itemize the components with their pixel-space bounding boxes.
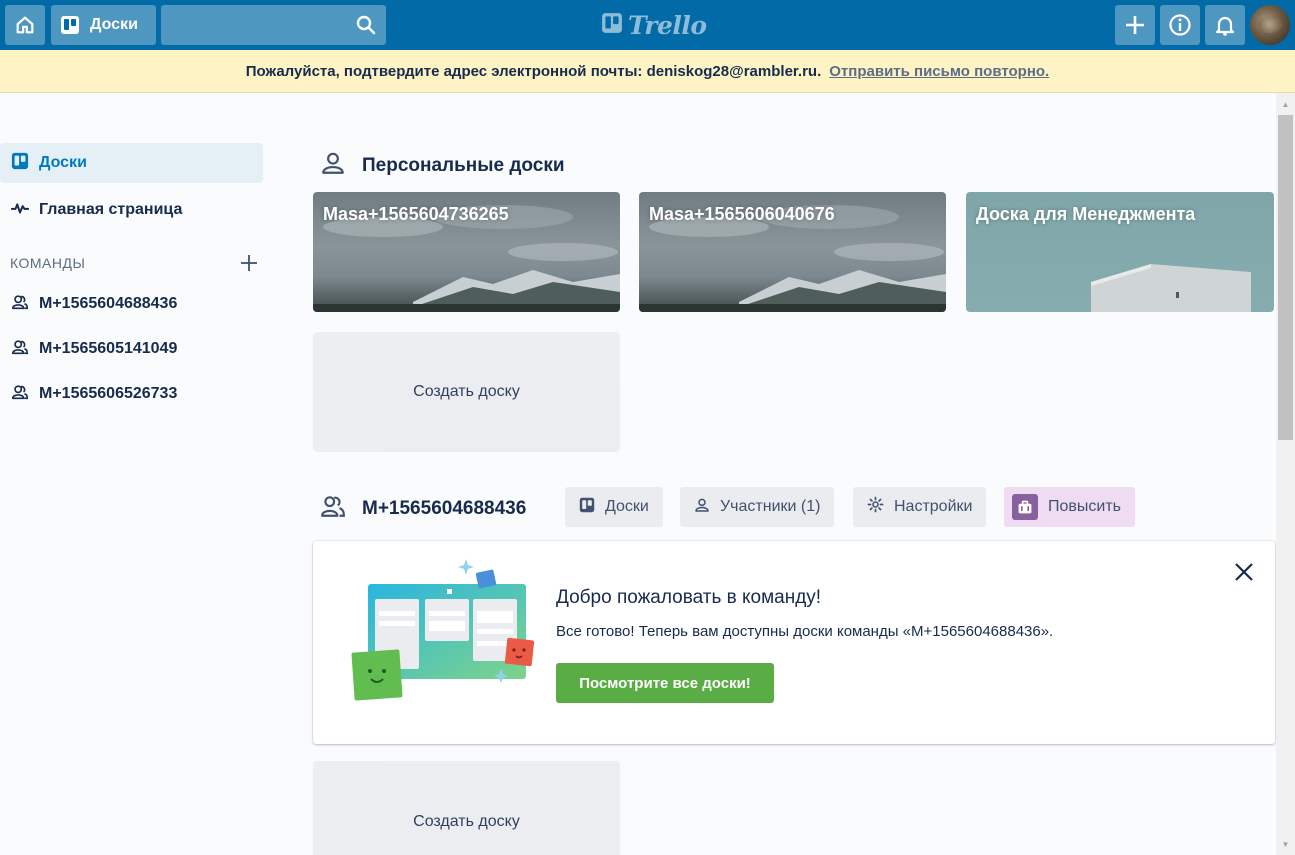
tab-boards[interactable]: Доски (565, 487, 663, 527)
boards-button-label: Доски (90, 16, 138, 33)
team-heading: M+1565604688436 (320, 493, 526, 525)
avatar[interactable] (1250, 5, 1290, 45)
welcome-title: Добро пожаловать в команду! (556, 587, 822, 608)
banner-message: Пожалуйста, подтвердите адрес электронно… (245, 62, 822, 80)
view-all-boards-label: Посмотрите все доски! (579, 674, 751, 692)
sidebar-item-label: Доски (39, 154, 87, 171)
welcome-text: Все готово! Теперь вам доступны доски ко… (556, 623, 1054, 640)
search-input[interactable] (161, 5, 386, 45)
team-icon (320, 493, 346, 525)
sidebar-item-team[interactable]: M+1565604688436 (0, 284, 263, 324)
tab-upgrade[interactable]: Повысить (1004, 487, 1135, 527)
trello-logo[interactable]: Trello (601, 11, 707, 40)
info-icon (1168, 13, 1192, 37)
tab-label: Доски (605, 498, 649, 515)
board-title: Masa+1565604736265 (323, 204, 509, 224)
sidebar-item-home[interactable]: Главная страница (0, 190, 263, 230)
tab-label: Повысить (1048, 498, 1121, 515)
team-icon (11, 293, 29, 316)
sidebar-item-team[interactable]: M+1565606526733 (0, 374, 263, 414)
scrollbar-thumb[interactable] (1278, 115, 1293, 440)
sidebar-item-label: M+1565604688436 (39, 295, 178, 312)
create-board-label: Создать доску (413, 383, 520, 400)
home-button[interactable] (5, 5, 45, 45)
briefcase-icon (1012, 494, 1038, 520)
board-icon (11, 152, 29, 175)
sidebar-item-team[interactable]: M+1565605141049 (0, 329, 263, 369)
board-title: Доска для Менеджмента (976, 204, 1196, 224)
team-welcome-card: Добро пожаловать в команду! Все готово! … (313, 541, 1275, 744)
board-icon (60, 15, 80, 35)
boards-button[interactable]: Доски (51, 5, 156, 45)
sidebar-item-label: M+1565605141049 (39, 340, 178, 357)
create-board-label: Создать доску (413, 813, 520, 830)
info-button[interactable] (1160, 5, 1200, 45)
activity-icon (10, 199, 30, 222)
create-button[interactable] (1115, 5, 1155, 45)
sidebar-item-boards[interactable]: Доски (0, 143, 263, 183)
bell-icon (1214, 14, 1236, 36)
section-title: Персональные доски (362, 155, 565, 176)
add-team-button[interactable] (240, 254, 258, 274)
trello-logo-text: Trello (628, 11, 707, 40)
search-icon[interactable] (356, 15, 376, 40)
board-title: Masa+1565606040676 (649, 204, 835, 224)
gear-icon (867, 496, 884, 518)
vertical-scrollbar[interactable]: ▲ ▼ (1276, 93, 1295, 855)
create-board-button[interactable]: Создать доску (313, 332, 620, 452)
view-all-boards-button[interactable]: Посмотрите все доски! (556, 663, 774, 703)
scroll-up-arrow-icon[interactable]: ▲ (1276, 95, 1295, 113)
board-tile[interactable]: Masa+1565606040676 (639, 192, 946, 312)
sidebar-item-label: Главная страница (39, 201, 183, 218)
resend-email-link[interactable]: Отправить письмо повторно. (829, 63, 1049, 80)
welcome-illustration (351, 559, 535, 701)
trello-logo-icon (601, 11, 623, 40)
board-tile[interactable]: Доска для Менеджмента (966, 192, 1274, 312)
plus-icon (240, 252, 258, 277)
board-tile[interactable]: Masa+1565604736265 (313, 192, 620, 312)
tab-label: Участники (1) (720, 498, 821, 515)
home-icon (14, 14, 36, 36)
teams-heading: КОМАНДЫ (10, 255, 86, 271)
section-title: M+1565604688436 (362, 498, 527, 519)
notifications-button[interactable] (1205, 5, 1245, 45)
personal-boards-heading: Персональные доски (320, 150, 565, 182)
plus-icon (1124, 14, 1146, 36)
team-icon (11, 338, 29, 361)
person-icon (320, 150, 346, 182)
close-button[interactable] (1233, 561, 1255, 588)
top-header: Доски Trello (0, 0, 1295, 50)
close-icon (1233, 563, 1255, 587)
scroll-down-arrow-icon[interactable]: ▼ (1276, 835, 1295, 853)
sidebar-item-label: M+1565606526733 (39, 385, 178, 402)
create-board-button[interactable]: Создать доску (313, 761, 620, 855)
tab-label: Настройки (894, 498, 973, 515)
email-confirm-banner: Пожалуйста, подтвердите адрес электронно… (0, 50, 1295, 93)
tab-settings[interactable]: Настройки (853, 487, 987, 527)
board-icon (579, 497, 595, 518)
tab-members[interactable]: Участники (1) (680, 487, 835, 527)
team-icon (11, 383, 29, 406)
person-icon (694, 497, 710, 518)
